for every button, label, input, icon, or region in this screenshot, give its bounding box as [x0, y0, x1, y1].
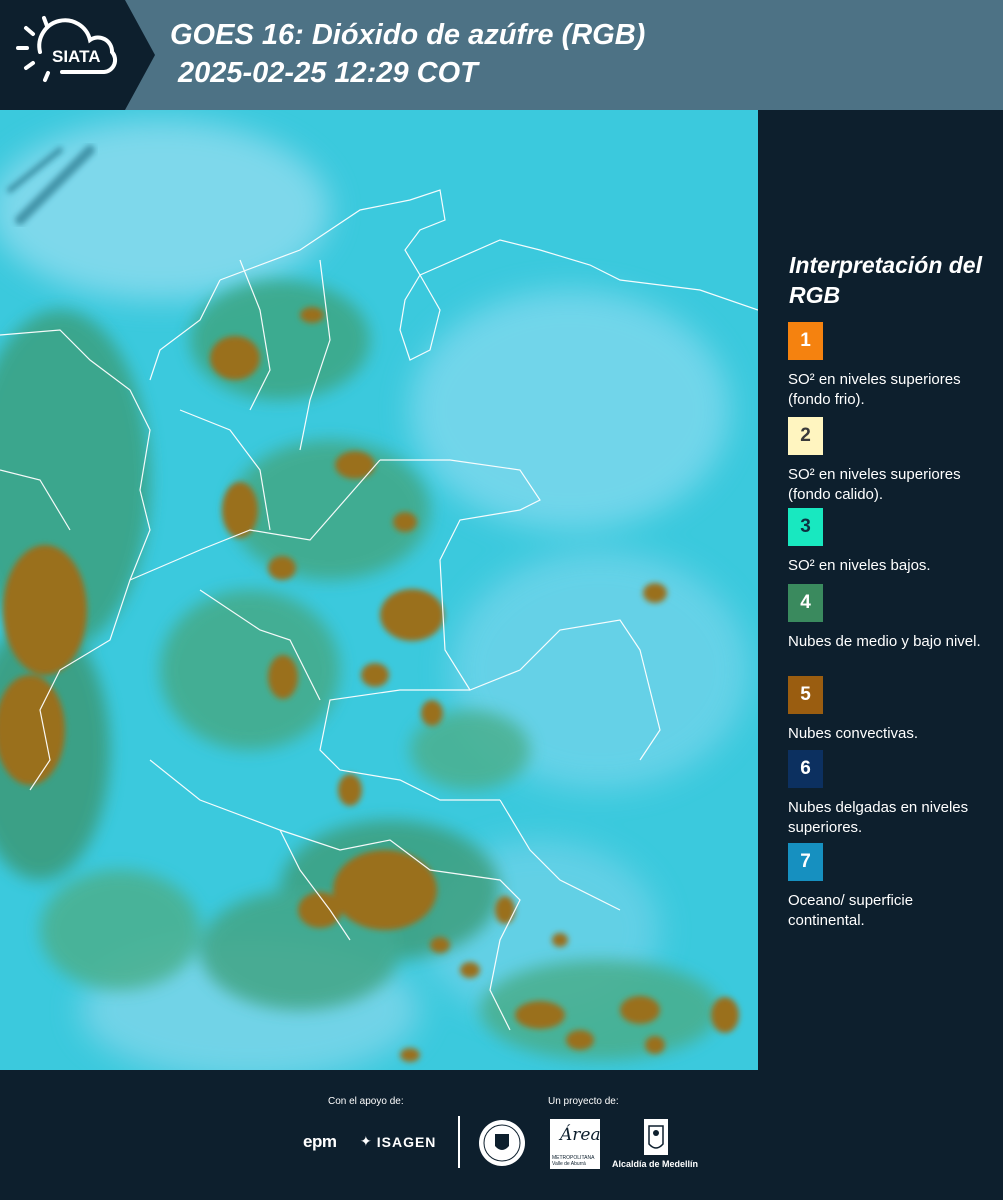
medellin-seal-icon [479, 1120, 525, 1166]
legend-text-6: Nubes delgadas en niveles superiores. [788, 799, 969, 836]
legend-item-7: 7 Oceano/ superficie continental. [788, 843, 993, 931]
page-title: GOES 16: Dióxido de azúfre (RGB) 2025-02… [170, 16, 645, 92]
legend-text-1: SO² en niveles superiores (fondo frio). [788, 371, 961, 408]
area-logo-subtext: METROPOLITANA Valle de Aburrá [552, 1155, 595, 1167]
satellite-map [0, 110, 758, 1070]
siata-logo: SIATA [0, 0, 155, 110]
legend-swatch-3: 3 [788, 508, 823, 546]
legend-item-1: 1 SO² en niveles superiores (fondo frio)… [788, 322, 993, 410]
legend-swatch-6: 6 [788, 750, 823, 788]
legend-item-6: 6 Nubes delgadas en niveles superiores. [788, 750, 993, 838]
epm-logo: epm [303, 1132, 337, 1151]
legend-item-5: 5 Nubes convectivas. [788, 676, 993, 744]
legend-text-5: Nubes convectivas. [788, 725, 919, 742]
satellite-image [0, 110, 758, 1070]
legend-item-4: 4 Nubes de medio y bajo nivel. [788, 584, 993, 652]
legend-text-3: SO² en niveles bajos. [788, 557, 931, 574]
svg-text:SIATA: SIATA [52, 47, 100, 66]
siata-logo-icon: SIATA [0, 0, 155, 110]
support-label: Con el apoyo de: [328, 1096, 404, 1107]
isagen-label: ISAGEN [376, 1133, 437, 1150]
legend-text-2: SO² en niveles superiores (fondo calido)… [788, 466, 961, 503]
isagen-icon: ✦ [360, 1133, 373, 1149]
legend-title: Interpretación del RGB [789, 252, 982, 308]
legend-text-7: Oceano/ superficie continental. [788, 892, 914, 929]
legend-swatch-5: 5 [788, 676, 823, 714]
legend-item-3: 3 SO² en niveles bajos. [788, 508, 993, 576]
isagen-logo: ✦ ISAGEN [360, 1133, 436, 1150]
title-product: GOES 16: Dióxido de azúfre (RGB) [170, 19, 646, 51]
title-timestamp: 2025-02-25 12:29 COT [178, 57, 478, 89]
header-bar: SIATA GOES 16: Dióxido de azúfre (RGB) 2… [0, 0, 1003, 110]
footer-sponsors: Con el apoyo de: Un proyecto de: epm ✦ I… [0, 1070, 1003, 1200]
legend-item-2: 2 SO² en niveles superiores (fondo calid… [788, 417, 993, 509]
alcaldia-shield-icon [644, 1119, 668, 1155]
area-metropolitana-logo: Área METROPOLITANA Valle de Aburrá [550, 1119, 601, 1169]
legend-swatch-4: 4 [788, 584, 823, 622]
rgb-legend: Interpretación del RGB 1 SO² en niveles … [760, 110, 1003, 1070]
project-label: Un proyecto de: [548, 1096, 619, 1107]
footer-divider [458, 1116, 460, 1168]
area-logo-text: Área [560, 1125, 601, 1145]
legend-swatch-1: 1 [788, 322, 823, 360]
legend-swatch-7: 7 [788, 843, 823, 881]
legend-swatch-2: 2 [788, 417, 823, 455]
alcaldia-label: Alcaldía de Medellín [612, 1159, 699, 1169]
legend-text-4: Nubes de medio y bajo nivel. [788, 633, 981, 650]
